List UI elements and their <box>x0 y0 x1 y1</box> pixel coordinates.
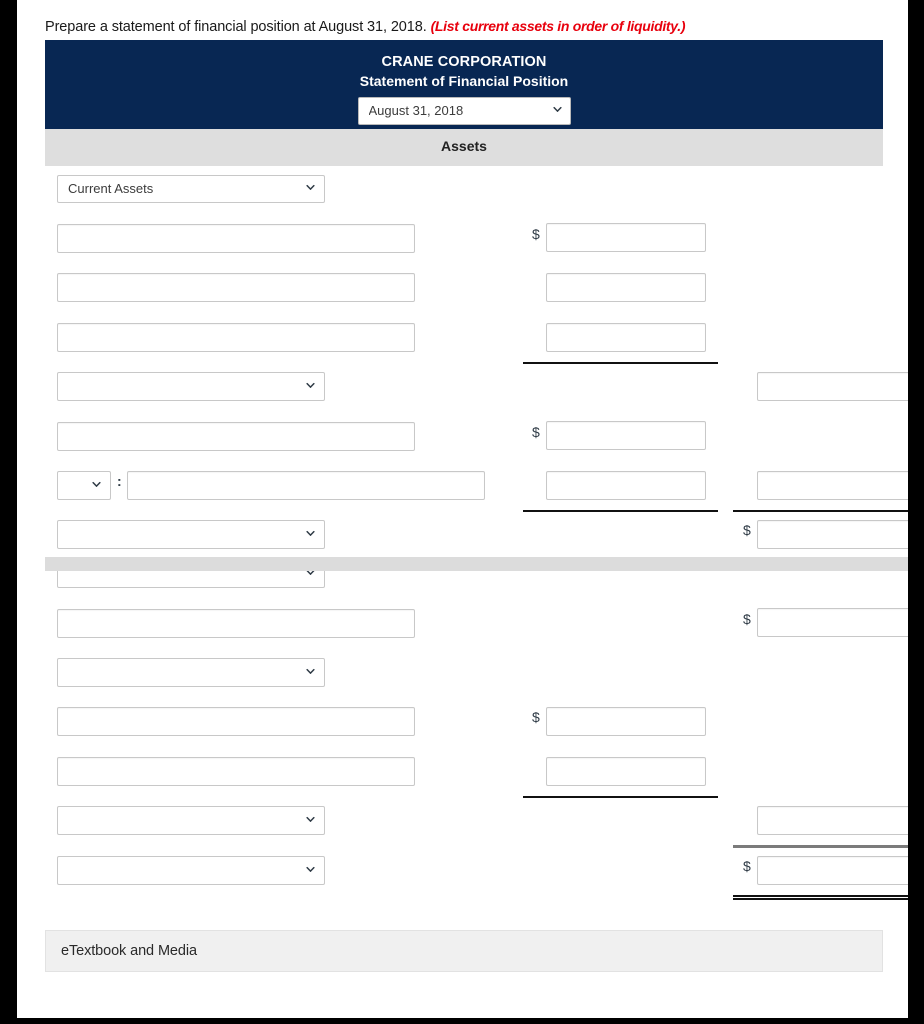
line-item-label-input-5[interactable] <box>57 422 415 451</box>
dollar-sign-7: $ <box>743 522 751 538</box>
line-item-select-wrapper-13 <box>57 806 325 835</box>
line-item-label-input-11[interactable] <box>57 707 415 736</box>
amount-input-mid-6[interactable] <box>546 471 706 500</box>
line-item-prefix-select-wrapper-6 <box>57 471 111 500</box>
line-item-select-7[interactable] <box>58 521 324 548</box>
date-select[interactable]: August 31, 2018 <box>357 97 571 125</box>
subtotal-rule-mid-1 <box>523 362 718 364</box>
line-item-select-10[interactable] <box>58 659 324 686</box>
line-item-label-input-2[interactable] <box>57 273 415 302</box>
amount-input-right-6[interactable] <box>757 471 908 500</box>
amount-input-right-7[interactable] <box>757 520 908 549</box>
line-item-label-input-1[interactable] <box>57 224 415 253</box>
line-item-label-input-6[interactable] <box>127 471 485 500</box>
amount-input-right-9[interactable] <box>757 608 908 637</box>
statement-of-financial-position: CRANE CORPORATION Statement of Financial… <box>45 40 908 911</box>
line-item-label-input-12[interactable] <box>57 757 415 786</box>
amount-input-mid-3[interactable] <box>546 323 706 352</box>
line-item-label-input-9[interactable] <box>57 609 415 638</box>
worksheet-page: Prepare a statement of financial positio… <box>17 0 908 1018</box>
line-item-select-14[interactable] <box>58 857 324 884</box>
line-item-select-wrapper-14 <box>57 856 325 885</box>
dollar-sign-14: $ <box>743 858 751 874</box>
instruction-prompt: Prepare a statement of financial positio… <box>45 18 890 35</box>
total-rule-right-gray <box>733 845 908 848</box>
company-name: CRANE CORPORATION <box>381 54 547 70</box>
statement-title: Statement of Financial Position <box>359 73 569 89</box>
amount-input-mid-1[interactable] <box>546 223 706 252</box>
amount-input-mid-2[interactable] <box>546 273 706 302</box>
line-item-select-wrapper-4 <box>57 372 325 401</box>
line-item-prefix-select-6[interactable] <box>58 472 110 499</box>
line-item-select-4[interactable] <box>58 373 324 400</box>
amount-input-mid-5[interactable] <box>546 421 706 450</box>
statement-body: Current Assets $ $: $ $ $ $ <box>45 166 908 911</box>
line-item-select-wrapper-7 <box>57 520 325 549</box>
statement-header: CRANE CORPORATION Statement of Financial… <box>45 40 883 129</box>
line-item-label-input-3[interactable] <box>57 323 415 352</box>
subtotal-rule-mid-3 <box>523 796 718 798</box>
subtotal-rule-mid-2 <box>523 510 718 512</box>
scroll-overlay-band <box>45 557 908 571</box>
bottom-frame-bar <box>0 1018 924 1024</box>
amount-input-mid-11[interactable] <box>546 707 706 736</box>
current-assets-category-select-wrapper: Current Assets <box>57 175 325 203</box>
current-assets-category-select[interactable]: Current Assets <box>58 176 324 202</box>
line-item-select-wrapper-10 <box>57 658 325 687</box>
amount-input-right-14[interactable] <box>757 856 908 885</box>
dollar-sign-9: $ <box>743 611 751 627</box>
grand-total-double-rule <box>733 895 908 900</box>
amount-input-right-13[interactable] <box>757 806 908 835</box>
dollar-sign-5: $ <box>532 424 540 440</box>
etextbook-and-media-label: eTextbook and Media <box>61 943 197 959</box>
subtotal-rule-right-1 <box>733 510 908 512</box>
etextbook-and-media-bar[interactable]: eTextbook and Media <box>45 930 883 972</box>
instruction-note: (List current assets in order of liquidi… <box>430 18 686 34</box>
amount-input-mid-12[interactable] <box>546 757 706 786</box>
instruction-text: Prepare a statement of financial positio… <box>45 19 431 35</box>
date-select-wrapper: August 31, 2018 <box>357 97 571 125</box>
dollar-sign-1: $ <box>532 226 540 242</box>
colon-separator-6: : <box>117 473 122 489</box>
line-item-select-13[interactable] <box>58 807 324 834</box>
assets-section-band: Assets <box>45 129 883 166</box>
amount-input-right-4[interactable] <box>757 372 908 401</box>
dollar-sign-11: $ <box>532 709 540 725</box>
